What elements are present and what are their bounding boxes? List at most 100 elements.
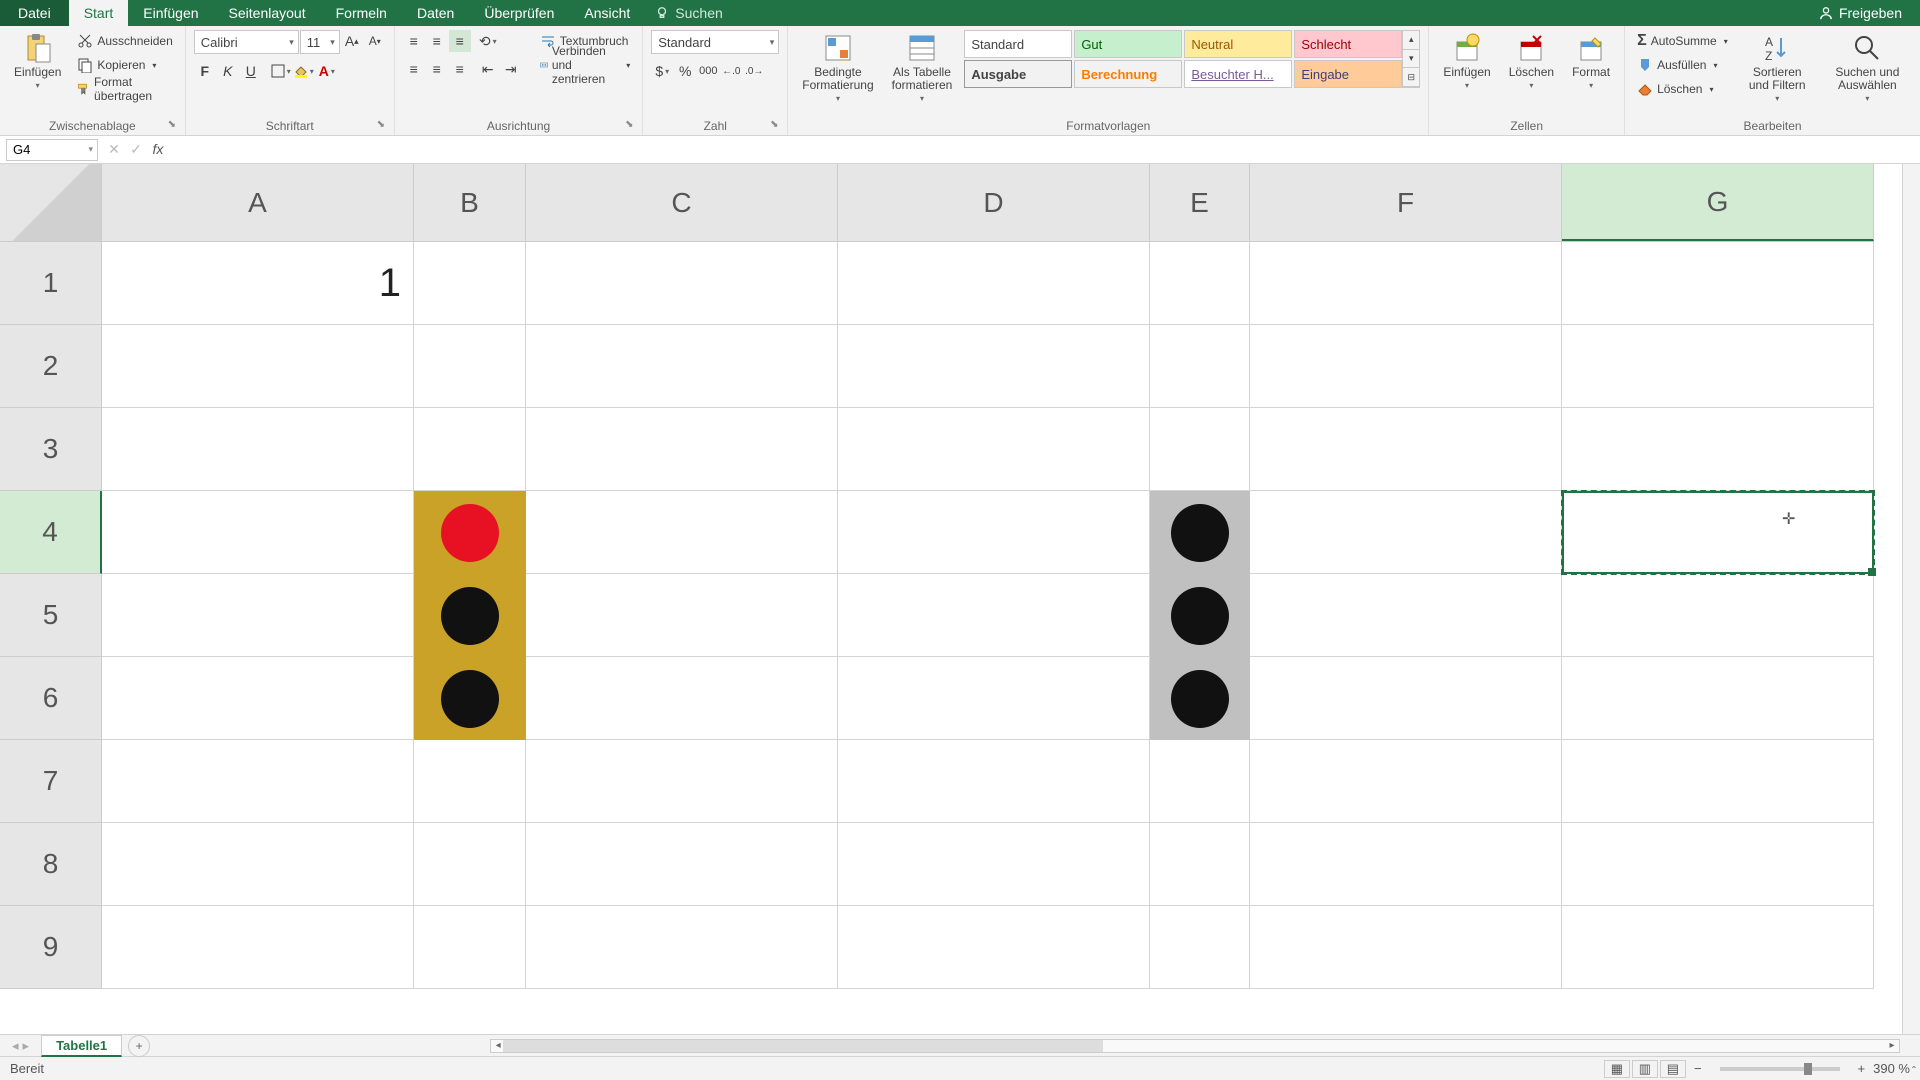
alignment-launcher-icon[interactable]: ⬊	[622, 119, 636, 133]
align-left-button[interactable]: ≡	[403, 58, 425, 80]
cell-B9[interactable]	[414, 906, 526, 989]
align-middle-button[interactable]: ≡	[426, 30, 448, 52]
cell-G3[interactable]	[1562, 408, 1874, 491]
cell-D9[interactable]	[838, 906, 1150, 989]
select-all-corner[interactable]	[0, 164, 102, 242]
find-select-button[interactable]: Suchen und Auswählen▾	[1823, 30, 1912, 105]
cell-A3[interactable]	[102, 408, 414, 491]
tab-start[interactable]: Start	[69, 0, 129, 26]
cell-F7[interactable]	[1250, 740, 1562, 823]
zoom-level[interactable]: 390 %	[1873, 1061, 1910, 1076]
fx-icon[interactable]: fx	[148, 141, 168, 158]
row-header-3[interactable]: 3	[0, 408, 102, 491]
cell-C7[interactable]	[526, 740, 838, 823]
bold-button[interactable]: F	[194, 60, 216, 82]
delete-cells-button[interactable]: Löschen▾	[1503, 30, 1560, 92]
align-bottom-button[interactable]: ≡	[449, 30, 471, 52]
collapse-ribbon-icon[interactable]: ˆ	[1912, 1064, 1916, 1078]
zoom-out-button[interactable]: −	[1694, 1061, 1702, 1076]
autosum-button[interactable]: ΣAutoSumme▾	[1633, 30, 1732, 52]
cell-G5[interactable]	[1562, 574, 1874, 657]
style-gut[interactable]: Gut	[1074, 30, 1182, 58]
cut-button[interactable]: Ausschneiden	[73, 30, 176, 52]
cell-F5[interactable]	[1250, 574, 1562, 657]
underline-button[interactable]: U	[240, 60, 262, 82]
cell-C8[interactable]	[526, 823, 838, 906]
row-header-9[interactable]: 9	[0, 906, 102, 989]
cell-F2[interactable]	[1250, 325, 1562, 408]
cell-F4[interactable]	[1250, 491, 1562, 574]
col-header-E[interactable]: E	[1150, 164, 1250, 241]
tab-data[interactable]: Daten	[402, 0, 469, 26]
tab-file[interactable]: Datei	[0, 0, 69, 26]
cell-B2[interactable]	[414, 325, 526, 408]
horizontal-scrollbar[interactable]: ◂ ▸	[490, 1039, 1900, 1053]
add-sheet-button[interactable]: +	[128, 1035, 150, 1057]
increase-decimal-button[interactable]: ←.0	[720, 60, 742, 82]
col-header-C[interactable]: C	[526, 164, 838, 241]
orientation-button[interactable]: ⟲	[477, 30, 499, 52]
sheet-nav-next[interactable]: ▸	[23, 1038, 30, 1054]
number-format-combo[interactable]: Standard▾	[651, 30, 779, 54]
enter-formula-icon[interactable]: ✓	[126, 141, 146, 158]
cell-A9[interactable]	[102, 906, 414, 989]
cell-D7[interactable]	[838, 740, 1150, 823]
cell-A5[interactable]	[102, 574, 414, 657]
cell-G9[interactable]	[1562, 906, 1874, 989]
row-header-6[interactable]: 6	[0, 657, 102, 740]
merge-center-button[interactable]: Verbinden und zentrieren▾	[536, 54, 635, 76]
align-right-button[interactable]: ≡	[449, 58, 471, 80]
row-header-8[interactable]: 8	[0, 823, 102, 906]
cell-D2[interactable]	[838, 325, 1150, 408]
number-launcher-icon[interactable]: ⬊	[767, 119, 781, 133]
cell-F3[interactable]	[1250, 408, 1562, 491]
cell-F9[interactable]	[1250, 906, 1562, 989]
cell-F8[interactable]	[1250, 823, 1562, 906]
style-standard[interactable]: Standard	[964, 30, 1072, 58]
cell-D3[interactable]	[838, 408, 1150, 491]
decrease-font-icon[interactable]: A▾	[364, 30, 386, 52]
fill-button[interactable]: Ausfüllen▾	[1633, 54, 1732, 76]
cell-C5[interactable]	[526, 574, 838, 657]
borders-button[interactable]	[270, 60, 292, 82]
cell-A1[interactable]: 1	[102, 242, 414, 325]
clipboard-launcher-icon[interactable]: ⬊	[165, 119, 179, 133]
conditional-formatting-button[interactable]: Bedingte Formatierung▾	[796, 30, 879, 105]
comma-button[interactable]: 000	[697, 60, 719, 82]
decrease-indent-button[interactable]: ⇤	[477, 58, 499, 80]
cell-G7[interactable]	[1562, 740, 1874, 823]
cell-G1[interactable]	[1562, 242, 1874, 325]
cell-A7[interactable]	[102, 740, 414, 823]
style-besuchter[interactable]: Besuchter H...	[1184, 60, 1292, 88]
sheet-nav-prev[interactable]: ◂	[12, 1038, 19, 1054]
decrease-decimal-button[interactable]: .0→	[743, 60, 765, 82]
col-header-G[interactable]: G	[1562, 164, 1874, 241]
cell-A8[interactable]	[102, 823, 414, 906]
name-box[interactable]: G4▾	[6, 139, 98, 161]
clear-button[interactable]: Löschen▾	[1633, 78, 1732, 100]
cell-C1[interactable]	[526, 242, 838, 325]
cell-C6[interactable]	[526, 657, 838, 740]
cell-B1[interactable]	[414, 242, 526, 325]
format-cells-button[interactable]: Format▾	[1566, 30, 1616, 92]
style-neutral[interactable]: Neutral	[1184, 30, 1292, 58]
gallery-scroll[interactable]: ▴▾⊟	[1402, 30, 1420, 88]
fill-color-button[interactable]	[293, 60, 315, 82]
col-header-F[interactable]: F	[1250, 164, 1562, 241]
row-header-5[interactable]: 5	[0, 574, 102, 657]
italic-button[interactable]: K	[217, 60, 239, 82]
col-header-D[interactable]: D	[838, 164, 1150, 241]
cell-A4[interactable]	[102, 491, 414, 574]
sheet-tab-1[interactable]: Tabelle1	[41, 1035, 122, 1057]
tab-formulas[interactable]: Formeln	[321, 0, 402, 26]
tab-insert[interactable]: Einfügen	[128, 0, 213, 26]
style-ausgabe[interactable]: Ausgabe	[964, 60, 1072, 88]
font-combo[interactable]: Calibri▾	[194, 30, 299, 54]
cell-G6[interactable]	[1562, 657, 1874, 740]
font-color-button[interactable]: A	[316, 60, 338, 82]
cell-C4[interactable]	[526, 491, 838, 574]
cell-styles-gallery[interactable]: Standard Gut Neutral Schlecht Ausgabe Be…	[964, 30, 1402, 88]
tell-me-search[interactable]: Suchen	[645, 0, 732, 26]
col-header-A[interactable]: A	[102, 164, 414, 241]
cell-C2[interactable]	[526, 325, 838, 408]
